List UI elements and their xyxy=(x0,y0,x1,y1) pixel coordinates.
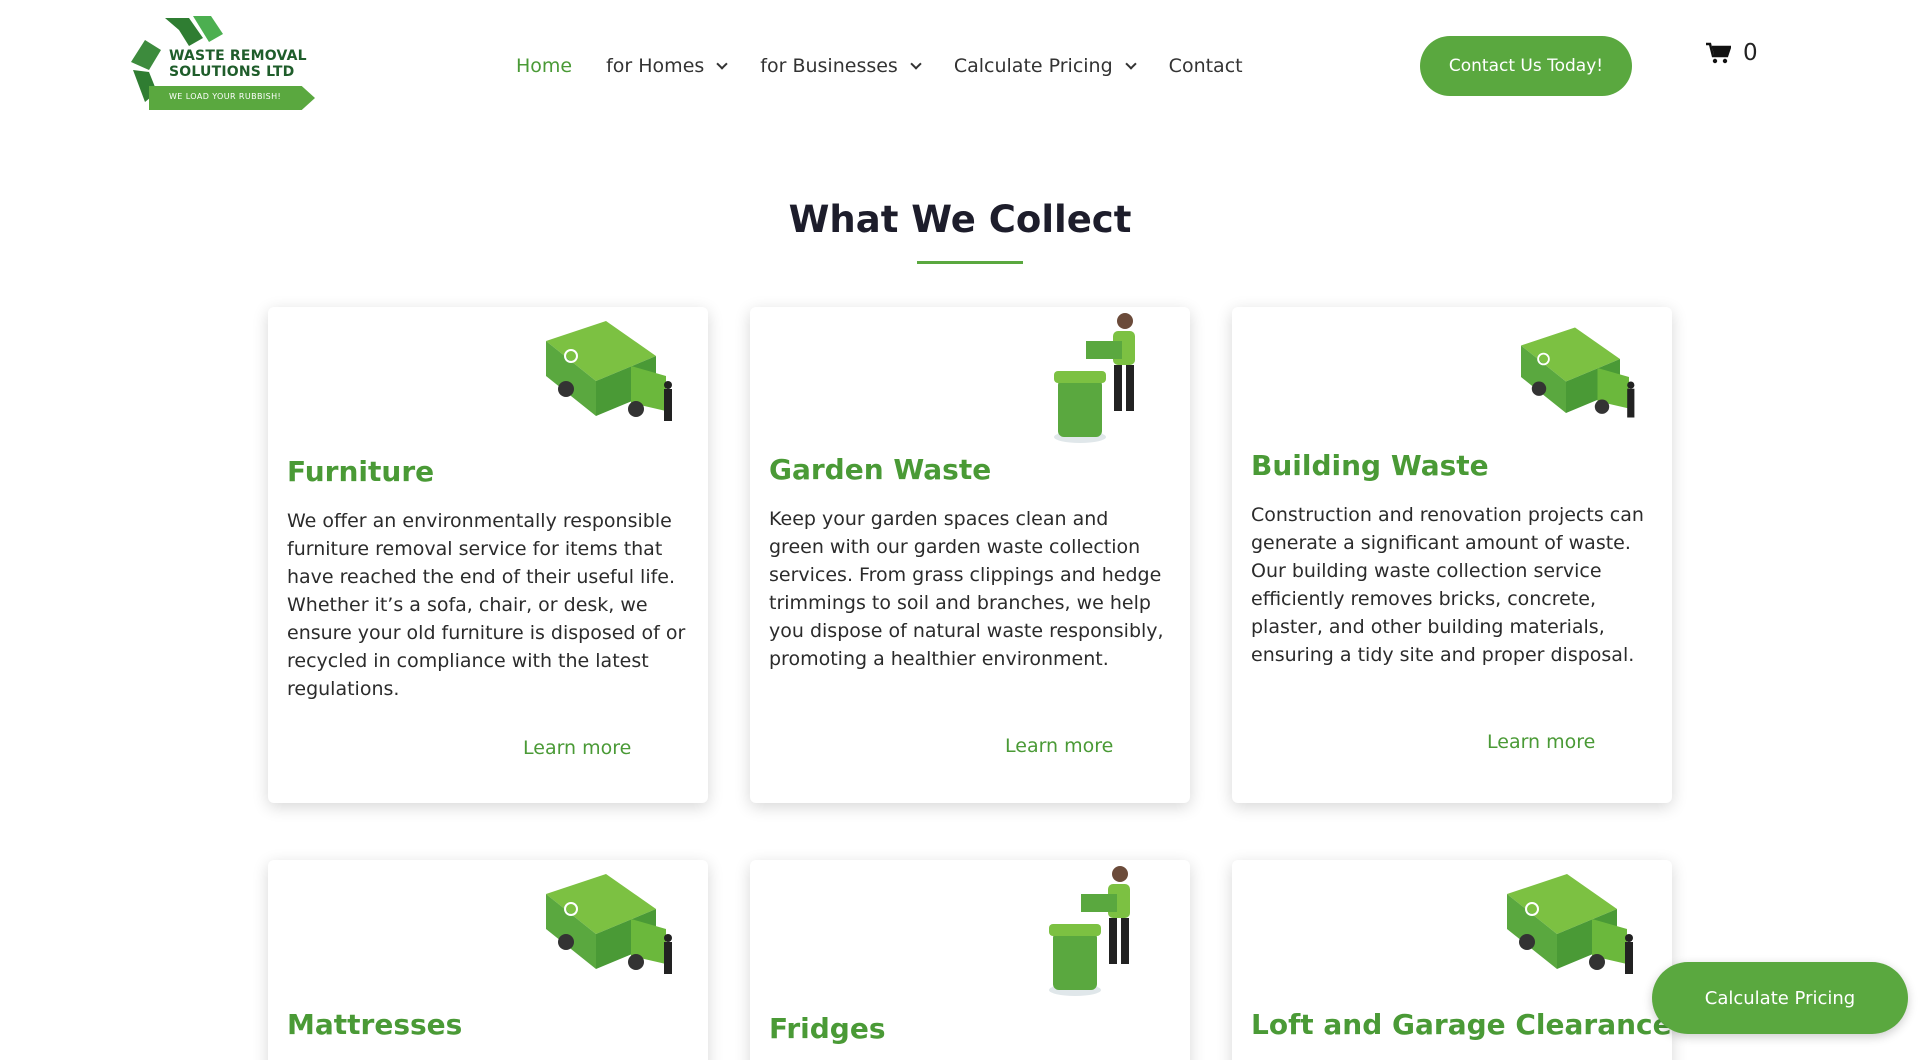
card-title: Fridges xyxy=(769,1012,886,1045)
nav-for-homes-label: for Homes xyxy=(606,55,705,77)
section-title: What We Collect xyxy=(788,198,1132,241)
shopping-cart-icon xyxy=(1706,42,1731,64)
worker-with-bin-icon xyxy=(1054,313,1135,443)
card-title: Building Waste xyxy=(1251,449,1489,482)
nav-for-homes[interactable]: for Homes xyxy=(606,55,728,77)
card-title: Furniture xyxy=(287,455,435,488)
service-card-building-waste: Building Waste Construction and renovati… xyxy=(1232,307,1672,803)
card-description: We offer an environmentally responsible … xyxy=(287,510,686,700)
card-description: Construction and renovation projects can… xyxy=(1251,504,1644,666)
nav-for-businesses-label: for Businesses xyxy=(760,55,898,77)
chevron-down-icon xyxy=(1125,57,1137,70)
logo-text-line2: SOLUTIONS LTD xyxy=(169,64,295,80)
learn-more-link[interactable]: Learn more xyxy=(1005,735,1113,757)
chevron-down-icon xyxy=(716,57,728,70)
cart[interactable]: 0 xyxy=(1705,40,1758,66)
nav-for-businesses[interactable]: for Businesses xyxy=(760,55,922,77)
garbage-truck-icon xyxy=(546,321,672,421)
worker-with-bin-icon xyxy=(1049,866,1130,996)
garbage-truck-icon xyxy=(1507,874,1633,974)
chevron-down-icon xyxy=(910,57,922,70)
card-title: Mattresses xyxy=(287,1008,463,1041)
nav-home[interactable]: Home xyxy=(516,55,572,77)
logo-tagline: WE LOAD YOUR RUBBISH! xyxy=(169,92,282,101)
service-card-garden-waste: Garden Waste Keep your garden spaces cle… xyxy=(750,307,1190,803)
service-card-mattresses: Mattresses xyxy=(268,860,708,1060)
service-card-fridges: Fridges xyxy=(750,860,1190,1060)
card-title: Loft and Garage Clearance xyxy=(1251,1008,1672,1041)
title-underline xyxy=(917,261,1023,264)
service-card-loft-garage: Loft and Garage Clearance xyxy=(1232,860,1672,1060)
site-header: WASTE REMOVAL SOLUTIONS LTD WE LOAD YOUR… xyxy=(0,0,1920,130)
card-title: Garden Waste xyxy=(769,453,992,486)
nav-calculate-pricing[interactable]: Calculate Pricing xyxy=(953,55,1137,77)
nav-home-label: Home xyxy=(516,55,573,77)
nav-contact-label: Contact xyxy=(1168,55,1243,77)
garbage-truck-icon xyxy=(546,874,672,974)
nav-contact[interactable]: Contact xyxy=(1169,55,1243,77)
service-card-furniture: Furniture We offer an environmentally re… xyxy=(268,307,708,803)
nav-calculate-pricing-label: Calculate Pricing xyxy=(953,55,1113,77)
learn-more-link[interactable]: Learn more xyxy=(523,737,631,759)
cart-count: 0 xyxy=(1743,40,1758,66)
logo[interactable]: WASTE REMOVAL SOLUTIONS LTD WE LOAD YOUR… xyxy=(127,10,317,120)
main-nav: Home for Homes for Businesses Calculate … xyxy=(516,52,1277,80)
garbage-truck-icon xyxy=(1521,327,1635,418)
logo-text-line1: WASTE REMOVAL xyxy=(169,48,307,64)
contact-us-button[interactable]: Contact Us Today! xyxy=(1420,36,1632,96)
card-description: Keep your garden spaces clean and green … xyxy=(769,508,1164,670)
calculate-pricing-floating-button[interactable]: Calculate Pricing xyxy=(1652,962,1908,1034)
learn-more-link[interactable]: Learn more xyxy=(1487,731,1595,753)
